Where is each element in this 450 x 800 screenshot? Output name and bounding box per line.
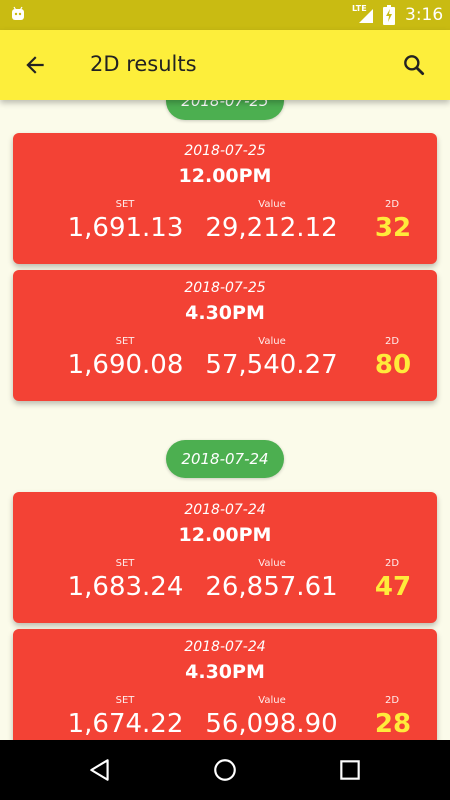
nav-home-icon[interactable] bbox=[212, 757, 238, 783]
result-card[interactable]: 2018-07-24 12.00PM SET 1,683.24 Value 26… bbox=[13, 492, 437, 623]
value-label: Value bbox=[258, 695, 286, 706]
value-label: Value bbox=[258, 336, 286, 347]
nav-back-icon[interactable] bbox=[87, 757, 113, 783]
result-card[interactable]: 2018-07-25 12.00PM SET 1,691.13 Value 29… bbox=[13, 133, 437, 264]
page-title: 2D results bbox=[90, 52, 197, 76]
set-value: 1,674.22 bbox=[67, 709, 184, 739]
result-date: 2018-07-24 bbox=[184, 502, 266, 518]
date-header: 2018-07-25 bbox=[166, 100, 284, 120]
result-time: 12.00PM bbox=[178, 165, 272, 187]
set-label: SET bbox=[115, 199, 135, 210]
value-amount: 57,540.27 bbox=[205, 350, 338, 380]
app-bar: 2D results bbox=[0, 30, 450, 100]
twod-label: 2D bbox=[384, 558, 400, 569]
set-value: 1,691.13 bbox=[67, 213, 184, 243]
status-bar: LTE 3:16 bbox=[0, 0, 450, 30]
result-date: 2018-07-25 bbox=[184, 143, 266, 159]
twod-label: 2D bbox=[384, 199, 400, 210]
twod-label: 2D bbox=[384, 695, 400, 706]
result-date: 2018-07-25 bbox=[184, 280, 266, 296]
navigation-bar bbox=[0, 740, 450, 800]
set-value: 1,690.08 bbox=[67, 350, 184, 380]
date-header: 2018-07-24 bbox=[166, 440, 284, 478]
twod-number: 28 bbox=[374, 709, 412, 739]
result-card[interactable]: 2018-07-25 4.30PM SET 1,690.08 Value 57,… bbox=[13, 270, 437, 401]
result-time: 4.30PM bbox=[185, 661, 265, 683]
result-date: 2018-07-24 bbox=[184, 639, 266, 655]
status-time: 3:16 bbox=[405, 5, 444, 25]
twod-number: 47 bbox=[374, 572, 412, 602]
value-amount: 29,212.12 bbox=[205, 213, 338, 243]
set-label: SET bbox=[115, 336, 135, 347]
back-arrow-icon[interactable] bbox=[22, 52, 48, 78]
results-list[interactable]: 2018-07-25 2018-07-25 12.00PM SET 1,691.… bbox=[0, 100, 450, 740]
value-amount: 26,857.61 bbox=[205, 572, 338, 602]
value-amount: 56,098.90 bbox=[205, 709, 338, 739]
set-value: 1,683.24 bbox=[67, 572, 184, 602]
nav-recents-icon[interactable] bbox=[337, 757, 363, 783]
battery-charging-icon bbox=[383, 5, 395, 25]
set-label: SET bbox=[115, 695, 135, 706]
search-icon[interactable] bbox=[401, 52, 427, 78]
result-card[interactable]: 2018-07-24 4.30PM SET 1,674.22 Value 56,… bbox=[13, 629, 437, 740]
twod-number: 80 bbox=[374, 350, 412, 380]
signal-icon bbox=[359, 9, 373, 23]
twod-label: 2D bbox=[384, 336, 400, 347]
set-label: SET bbox=[115, 558, 135, 569]
result-time: 4.30PM bbox=[185, 302, 265, 324]
value-label: Value bbox=[258, 558, 286, 569]
twod-number: 32 bbox=[374, 213, 412, 243]
result-time: 12.00PM bbox=[178, 524, 272, 546]
android-icon bbox=[12, 6, 24, 20]
value-label: Value bbox=[258, 199, 286, 210]
